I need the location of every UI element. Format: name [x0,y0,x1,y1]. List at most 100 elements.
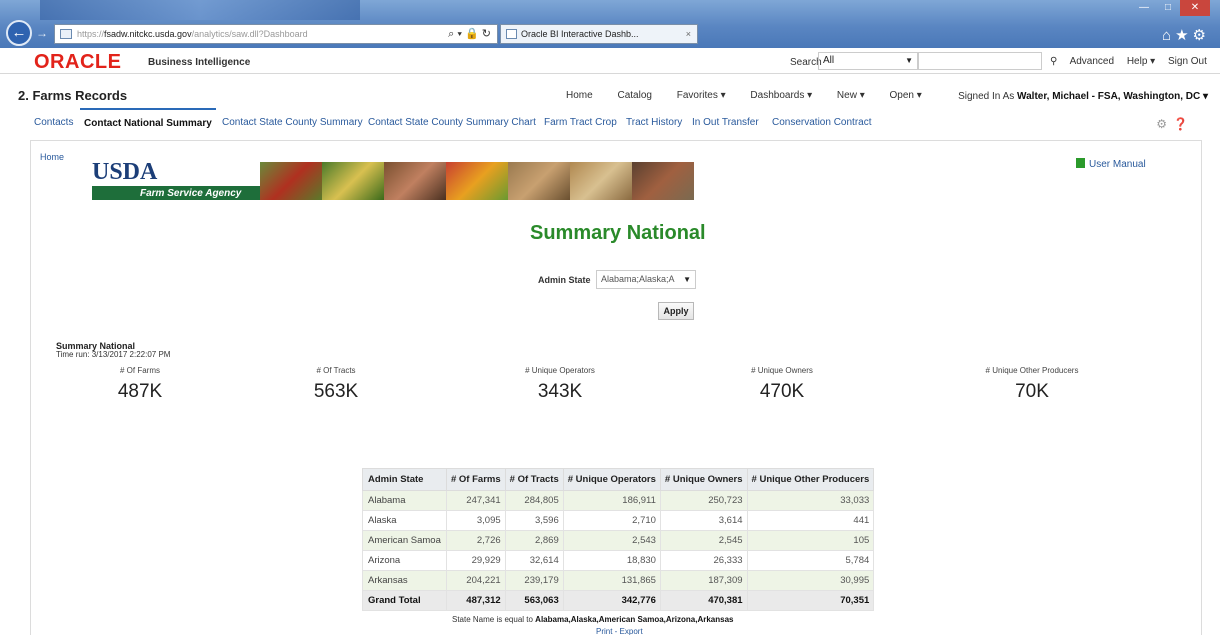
favorites-menu[interactable]: Favorites ▾ [677,90,726,101]
column-header[interactable]: # Unique Operators [562,468,661,491]
window-controls: — □ ✕ [1132,0,1212,16]
dashboard-tabs: Contacts Contact National Summary Contac… [26,108,1206,138]
address-bar[interactable]: https://fsadw.nitckc.usda.gov/analytics/… [54,24,498,44]
column-header[interactable]: Admin State [362,468,447,491]
tab-farm-tract-crop[interactable]: Farm Tract Crop [544,108,617,138]
kpi-farms: # Of Farms 487K [40,366,240,403]
kpi-label: # Unique Owners [751,366,813,375]
search-icon[interactable]: ⚲ [1050,56,1057,67]
browser-tab[interactable]: Oracle BI Interactive Dashb... × [500,24,698,44]
tab-in-out-transfer[interactable]: In Out Transfer [692,108,759,138]
search-scope-value: All [823,55,835,66]
tab-contacts[interactable]: Contacts [34,108,73,138]
catalog-link[interactable]: Catalog [617,90,651,101]
dashboard-title: 2. Farms Records [18,88,128,103]
apply-button[interactable]: Apply [658,302,694,320]
admin-state-value: Alabama;Alaska;A [601,274,675,284]
dashboard-nav: Home Catalog Favorites ▾ Dashboards ▾ Ne… [566,90,944,101]
table-cell: 3,095 [446,510,506,531]
table-row: Alabama 247,341 284,805 186,911 250,723 … [362,490,875,511]
kpi-unique-other-producers: # Unique Other Producers 70K [932,366,1132,403]
print-export-links[interactable]: Print - Export [596,627,643,635]
table-cell: 32,614 [504,550,564,571]
banner-photo-strip [260,162,694,200]
close-window-icon[interactable]: ✕ [1180,0,1210,16]
search-input[interactable] [918,52,1042,70]
browser-tab-title: Oracle BI Interactive Dashb... [521,29,639,39]
gear-icon[interactable]: ⚙ [1193,27,1210,44]
back-button[interactable]: ← [6,20,32,46]
advanced-link[interactable]: Advanced [1070,56,1114,67]
table-row: Arizona 29,929 32,614 18,830 26,333 5,78… [362,550,875,571]
taskbar-strip [40,0,360,20]
kpi-value: 70K [1015,381,1049,402]
table-cell: 3,614 [659,510,748,531]
filter-values: Alabama,Alaska,American Samoa,Arizona,Ar… [535,615,734,624]
signed-in-user[interactable]: Walter, Michael - FSA, Washington, DC ▾ [1017,91,1208,102]
table-cell: 131,865 [562,570,661,591]
search-label: Search [790,57,822,68]
column-header[interactable]: # Unique Other Producers [746,468,875,491]
table-cell: 470,381 [659,590,748,611]
user-manual-link[interactable]: User Manual [1076,158,1146,170]
table-cell: 204,221 [446,570,506,591]
maximize-icon[interactable]: □ [1156,0,1180,16]
table-row: Arkansas 204,221 239,179 131,865 187,309… [362,570,875,591]
kpi-label: # Of Tracts [316,366,356,375]
table-cell: 33,033 [746,490,875,511]
table-cell: 29,929 [446,550,506,571]
kpi-label: # Of Farms [119,366,160,375]
url-path: /analytics/saw.dll?Dashboard [191,29,308,39]
table-cell: 2,545 [659,530,748,551]
table-cell: 30,995 [746,570,875,591]
table-cell: 2,543 [562,530,661,551]
tab-page-icon [506,29,517,39]
star-icon[interactable]: ★ [1175,27,1192,44]
tab-contact-state-county-summary[interactable]: Contact State County Summary [222,108,363,138]
home-icon[interactable]: ⌂ [1162,27,1175,44]
kpi-unique-owners: # Unique Owners 470K [682,366,882,403]
table-header-row: Admin State # Of Farms # Of Tracts # Uni… [362,468,875,491]
close-tab-icon[interactable]: × [686,25,691,43]
table-cell: 441 [746,510,875,531]
table-cell: 247,341 [446,490,506,511]
table-cell: Arizona [362,550,447,571]
url-host: fsadw.nitckc.usda.gov [104,29,192,39]
product-title: Business Intelligence [148,57,251,68]
settings-gear-icon[interactable]: ⚙ [1156,117,1173,131]
help-icon[interactable]: ❓ [1173,117,1194,131]
table-cell: 2,710 [562,510,661,531]
kpi-value: 343K [537,381,583,402]
admin-state-select[interactable]: Alabama;Alaska;A ▼ [596,270,696,289]
table-cell: 2,869 [504,530,564,551]
tab-contact-state-county-summary-chart[interactable]: Contact State County Summary Chart [368,108,536,138]
dashboards-menu[interactable]: Dashboards ▾ [750,90,812,101]
page-icon [60,29,72,39]
column-header[interactable]: # Of Farms [446,468,506,491]
open-menu[interactable]: Open ▾ [890,90,922,101]
browser-icons: ⌂★⚙ [1162,26,1210,44]
search-scope-select[interactable]: All ▼ [818,52,918,70]
kpi-value: 470K [759,381,805,402]
table-cell: 18,830 [562,550,661,571]
sign-out-link[interactable]: Sign Out [1168,56,1207,67]
address-controls[interactable]: ⌕ ▾ 🔒 ↻ [448,25,491,43]
signed-in-info: Signed In As Walter, Michael - FSA, Wash… [958,91,1208,102]
summary-table: Admin State # Of Farms # Of Tracts # Uni… [362,468,875,611]
time-run: Time run: 3/13/2017 2:22:07 PM [56,350,171,359]
tab-conservation-contract[interactable]: Conservation Contract [772,108,872,138]
column-header[interactable]: # Unique Owners [659,468,748,491]
home-link[interactable]: Home [566,90,593,101]
help-menu[interactable]: Help ▾ [1127,56,1155,67]
tab-tract-history[interactable]: Tract History [626,108,682,138]
page-home-link[interactable]: Home [40,152,64,162]
new-menu[interactable]: New ▾ [837,90,865,101]
tab-contact-national-summary[interactable]: Contact National Summary [80,108,216,138]
minimize-icon[interactable]: — [1132,0,1156,16]
forward-button[interactable]: → [36,26,48,40]
chevron-down-icon: ▼ [905,56,913,65]
browser-toolbar: ← → https://fsadw.nitckc.usda.gov/analyt… [0,0,1220,48]
column-header[interactable]: # Of Tracts [504,468,564,491]
table-cell: American Samoa [362,530,447,551]
oracle-logo: ORACLE [34,51,122,73]
